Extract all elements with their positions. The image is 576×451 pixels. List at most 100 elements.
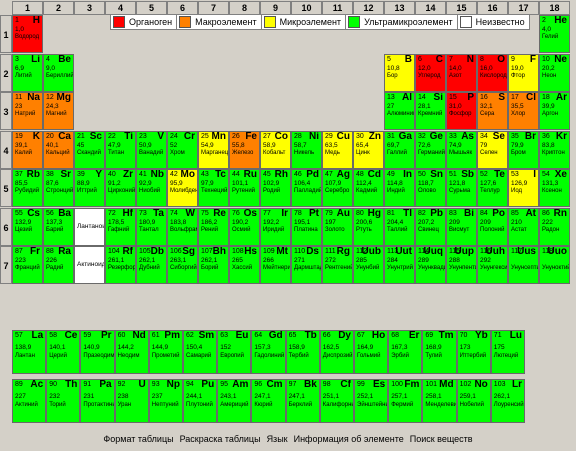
element-cell[interactable]: 75 Re 186,2 Рений [198,207,229,246]
element-cell[interactable]: 49 In 114,8 Индий [384,169,415,207]
element-cell[interactable]: 79 Au 197 Золото [322,207,353,246]
element-cell[interactable]: 86 Rn 222 Радон [539,207,570,246]
element-cell[interactable]: 3 Li 6,9 Литий [12,53,43,92]
element-cell[interactable]: 73 Ta 180,9 Тантал [136,207,167,246]
element-cell[interactable]: 69 Tm 168,9 Тулий [422,330,457,374]
element-cell[interactable]: 37 Rb 85,5 Рубидий [12,169,43,207]
element-cell[interactable]: 74 W 183,8 Вольфрам [167,207,198,246]
element-cell[interactable]: 41 Nb 92,9 Ниобий [136,169,167,207]
menu-table-format[interactable]: Формат таблицы [103,434,173,444]
element-cell[interactable]: 54 Xe 131,3 Ксенон [539,169,570,207]
element-cell[interactable]: 98 Cf251,1 Калифорний [319,379,354,423]
element-cell[interactable]: 91 Pa 231 Протактиний [80,379,115,423]
element-cell[interactable]: 57 La 138,9 Лантан [12,330,47,374]
element-cell[interactable]: 62 Sm 150,4 Самарий [183,330,218,374]
element-cell[interactable]: 100 Fm 257,1 Фермий [388,379,423,423]
element-cell[interactable]: 115Uup288Унунпентий [446,246,477,284]
element-cell[interactable]: 63 Eu 152 Европий [217,330,252,374]
element-cell[interactable]: 68 Er 167,3 Эрбий [388,330,423,374]
element-cell[interactable]: 106 Sg 263,1 Сиборгий [167,246,198,284]
element-cell[interactable]: Лантаноиды [74,207,105,246]
element-cell[interactable]: 84 Po 209 Полоний [477,207,508,246]
element-cell[interactable]: 87 Fr 223 Франций [12,246,43,284]
element-cell[interactable]: 23 V 50,9 Ванадий [136,130,167,169]
element-cell[interactable]: 92 U 238 Уран [114,379,149,423]
element-cell[interactable]: 58 Ce 140,1 Церий [46,330,81,374]
element-cell[interactable]: 108 Hs 265 Хассий [229,246,260,284]
element-cell[interactable]: 15 P 31,0 Фосфор [446,92,477,130]
element-cell[interactable]: 83 Bi 209 Висмут [446,207,477,246]
element-cell[interactable]: 60 Nd 144,2 Неодим [114,330,149,374]
element-cell[interactable]: 18 Ar 39,9 Аргон [539,92,570,130]
element-cell[interactable]: 112 Uub 285 Унунбий [353,246,384,284]
element-cell[interactable]: 39 Y 88,9 Иттрий [74,169,105,207]
element-cell[interactable]: 52 Te 127,6 Теллур [477,169,508,207]
element-cell[interactable]: 64 Gd 157,3 Гадолиний [251,330,286,374]
element-cell[interactable]: 105 Db 262,1 Дубний [136,246,167,284]
element-cell[interactable]: 103 Lr 262,1 Лоуренсий [490,379,525,423]
element-cell[interactable]: 80 Hg 200,6 Ртуть [353,207,384,246]
element-cell[interactable]: 14 Si 28,1 Кремний [415,92,446,130]
element-cell[interactable]: 24 Cr 52 Хром [167,130,198,169]
element-cell[interactable]: 20 Ca 40,1 Кальций [43,130,74,169]
element-cell[interactable]: 76 Os 190,2 Осмий [229,207,260,246]
element-cell[interactable]: 88 Ra 226 Радий [43,246,74,284]
element-cell[interactable]: 22 Ti 47,9 Титан [105,130,136,169]
element-cell[interactable]: 40 Zr 91,2 Цирконий [105,169,136,207]
element-cell[interactable]: 97 Bk 247,1 Берклий [285,379,320,423]
element-cell[interactable]: 101Md 258,1 Менделевий [422,379,457,423]
element-cell[interactable]: 67 Ho 164,9 Гольмий [354,330,389,374]
element-cell[interactable]: 45 Rh 102,9 Родий [260,169,291,207]
element-cell[interactable]: 113 Uut 284 Унунтрий [384,246,415,284]
menu-substance-search[interactable]: Поиск веществ [410,434,473,444]
element-cell[interactable]: 66 Dy 162,5 Диспрозий [319,330,354,374]
element-cell[interactable]: 117UusУнунсептий [508,246,539,284]
element-cell[interactable]: 70 Yb 173 Иттербий [456,330,491,374]
element-cell[interactable]: 42 Mo 95,9 Молибден [167,169,198,207]
element-cell[interactable]: 102 No 259,1 Нобелий [456,379,491,423]
element-cell[interactable]: 13 Al 27 Алюминий [384,92,415,130]
element-cell[interactable]: 78 Pt 195,1 Платина [291,207,322,246]
element-cell[interactable]: 8 O 16,0 Кислород [477,53,508,92]
element-cell[interactable]: 28 Ni 58,7 Никель [291,130,322,169]
element-cell[interactable]: 50 Sn 118,7 Олово [415,169,446,207]
element-cell[interactable]: Актиноиды [74,246,105,284]
element-cell[interactable]: 82 Pb 207,2 Свинец [415,207,446,246]
element-cell[interactable]: 95 Am 243,1 Америций [217,379,252,423]
element-cell[interactable]: 38 Sr 87,6 Стронций [43,169,74,207]
element-cell[interactable]: 36 Kr 83,8 Криптон [539,130,570,169]
element-cell[interactable]: 46 Pd 106,4 Палладий [291,169,322,207]
element-cell[interactable]: 27 Co 58,9 Кобальт [260,130,291,169]
element-cell[interactable]: 2 He 4,0 Гелий [539,15,570,53]
element-cell[interactable]: 71 Lu 175 Лютеций [490,330,525,374]
element-cell[interactable]: 11 Na 23 Натрий [12,92,43,130]
element-cell[interactable]: 7 N 14,0 Азот [446,53,477,92]
element-cell[interactable]: 81 Tl 204,4 Таллий [384,207,415,246]
element-cell[interactable]: 9 F 19,0 Фтор [508,53,539,92]
element-cell[interactable]: 59 Pr 140,9 Празеодим [80,330,115,374]
element-cell[interactable]: 89 Ac 227 Актиний [12,379,47,423]
element-cell[interactable]: 72 Hf 178,5 Гафний [105,207,136,246]
element-cell[interactable]: 19 K 39,1 Калий [12,130,43,169]
element-cell[interactable]: 107 Bh 262,1 Борий [198,246,229,284]
element-cell[interactable]: 65 Tb 158,9 Тербий [285,330,320,374]
element-cell[interactable]: 118 Uuo Унуноктий [539,246,570,284]
element-cell[interactable]: 16 S 32,1 Сера [477,92,508,130]
element-cell[interactable]: 56 Ba 137,3 Барий [43,207,74,246]
element-cell[interactable]: 29 Cu 63,5 Медь [322,130,353,169]
element-cell[interactable]: 35 Br 79,9 Бром [508,130,539,169]
element-cell[interactable]: 5 B 10,8 Бор [384,53,415,92]
element-cell[interactable]: 90 Th 232 Торий [46,379,81,423]
element-cell[interactable]: 77 Ir 192,2 Иридий [260,207,291,246]
element-cell[interactable]: 25 Mn 54,9 Марганец [198,130,229,169]
element-cell[interactable]: 17 Cl 35,5 Хлор [508,92,539,130]
element-cell[interactable]: 104Rf261,1Резерфордий [105,246,136,284]
element-cell[interactable]: 44 Ru 101,1 Рутений [229,169,260,207]
element-cell[interactable]: 32 Ge 72,6 Германий [415,130,446,169]
element-cell[interactable]: 26 Fe 55,8 Железо [229,130,260,169]
element-cell[interactable]: 6 C 12,0 Углерод [415,53,446,92]
element-cell[interactable]: 4 Be 9,0 Бериллий [43,53,74,92]
element-cell[interactable]: 33 As 74,9 Мышьяк [446,130,477,169]
element-cell[interactable]: 30 Zn 65,4 Цинк [353,130,384,169]
element-cell[interactable]: 21 Sc 45 Скандий [74,130,105,169]
